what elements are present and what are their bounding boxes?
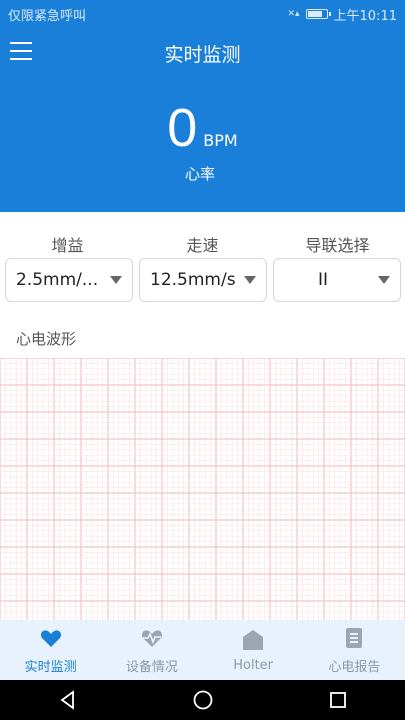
status-indicators: ✕▴ 上午10:11 xyxy=(287,5,397,24)
tab-label: 设备情况 xyxy=(125,659,178,675)
bpm-display: 0 BPM xyxy=(0,98,405,158)
waveform-label: 心电波形 xyxy=(16,330,77,348)
gain-select[interactable]: 2.5mm/... xyxy=(5,258,133,302)
tab-label: 实时监测 xyxy=(24,659,77,675)
back-icon[interactable] xyxy=(57,689,79,711)
bpm-unit: BPM xyxy=(203,131,238,150)
battery-fill xyxy=(307,11,322,17)
page-title: 实时监测 xyxy=(164,44,241,66)
dropdown-arrow-icon xyxy=(244,276,256,284)
carrier-text: 仅限紧急呼叫 xyxy=(8,8,87,24)
dropdown-arrow-icon xyxy=(378,276,390,284)
tab-realtime-monitor[interactable]: 实时监测 xyxy=(0,620,101,680)
tab-label: Holter xyxy=(233,657,274,673)
battery-icon xyxy=(305,9,331,19)
document-icon xyxy=(346,627,363,648)
tab-device-status[interactable]: 设备情况 xyxy=(101,620,202,680)
lead-value: II xyxy=(318,270,329,290)
speed-value: 12.5mm/s xyxy=(150,270,236,290)
heart-rate-label: 心率 xyxy=(185,165,216,183)
monitor-header: 实时监测 0 BPM 心率 xyxy=(0,28,405,212)
heart-pulse-icon xyxy=(141,629,162,647)
signal-icon: ✕▴ xyxy=(287,9,300,19)
bpm-value: 0 xyxy=(167,98,198,158)
bottom-tab-bar: 实时监测 设备情况 Holter 心电报告 xyxy=(0,620,405,680)
ecg-grid xyxy=(0,358,405,620)
lead-select[interactable]: II xyxy=(273,258,401,302)
control-labels: 增益 走速 导联选择 xyxy=(0,232,405,256)
clock: 上午10:11 xyxy=(333,8,397,24)
system-nav-bar xyxy=(0,680,405,720)
tab-ecg-report[interactable]: 心电报告 xyxy=(304,620,405,680)
tab-label: 心电报告 xyxy=(328,659,381,675)
home-button-icon[interactable] xyxy=(192,689,214,711)
tab-holter[interactable]: Holter xyxy=(203,620,304,680)
speed-select[interactable]: 12.5mm/s xyxy=(139,258,267,302)
heart-icon xyxy=(40,629,61,647)
gain-value: 2.5mm/... xyxy=(16,270,99,290)
home-icon xyxy=(243,629,264,650)
gain-label: 增益 xyxy=(51,236,84,255)
status-bar: 仅限紧急呼叫 ✕▴ 上午10:11 xyxy=(0,0,405,28)
speed-label: 走速 xyxy=(186,236,219,255)
recents-icon[interactable] xyxy=(327,689,349,711)
dropdown-arrow-icon xyxy=(110,276,122,284)
lead-label: 导联选择 xyxy=(305,236,370,255)
